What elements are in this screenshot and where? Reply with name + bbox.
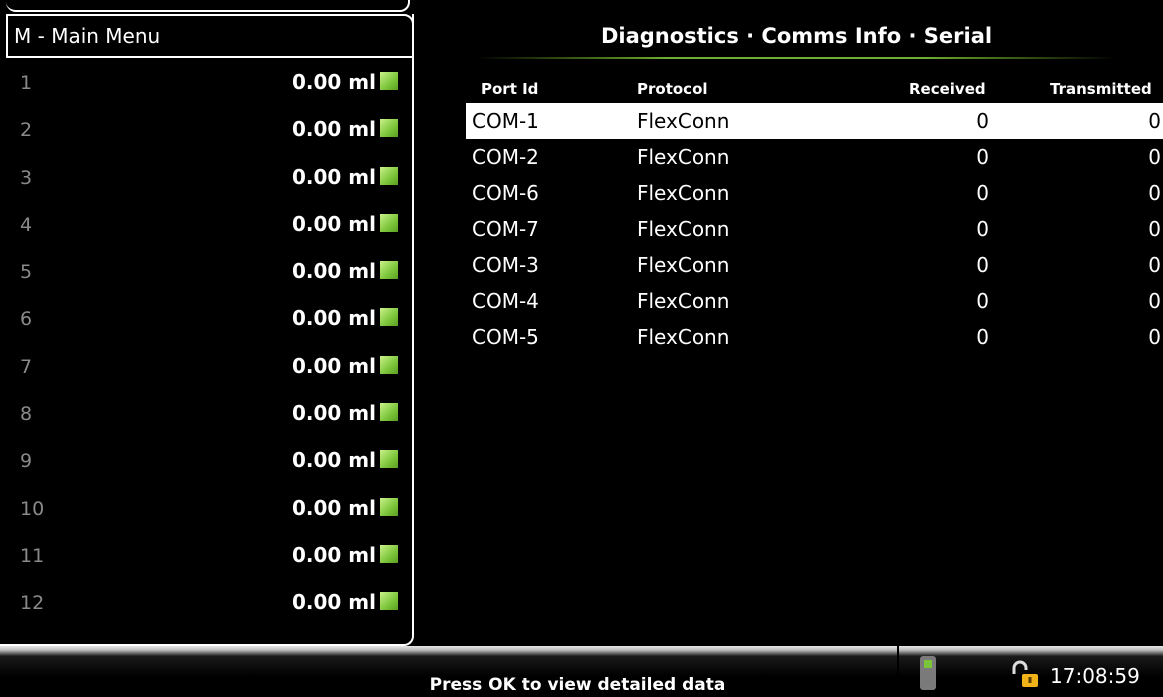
pump-volume: 0.00 ml <box>291 401 376 426</box>
port-id: COM-5 <box>472 325 539 349</box>
table-row[interactable]: COM-3 FlexConn 0 0 <box>466 247 1163 283</box>
pump-number: 7 <box>20 355 33 378</box>
column-header-port: Port Id <box>481 80 539 98</box>
transmitted-count: 0 <box>1148 289 1161 313</box>
status-led-icon <box>380 403 398 422</box>
pump-row[interactable]: 4 0.00 ml <box>0 202 410 249</box>
protocol: FlexConn <box>637 109 730 133</box>
pump-row[interactable]: 7 0.00 ml <box>0 344 410 391</box>
pump-volume: 0.00 ml <box>291 353 376 378</box>
pump-volume: 0.00 ml <box>291 306 376 331</box>
transmitted-count: 0 <box>1148 217 1161 241</box>
pump-number: 12 <box>20 592 45 615</box>
unlocked-padlock-icon[interactable] <box>1010 660 1042 690</box>
port-id: COM-6 <box>472 181 539 205</box>
pump-number: 1 <box>20 72 33 94</box>
status-led-icon <box>380 213 398 232</box>
transmitted-count: 0 <box>1148 145 1161 169</box>
pump-number: 2 <box>20 119 33 142</box>
protocol: FlexConn <box>637 217 730 241</box>
status-led-icon <box>380 261 398 280</box>
port-table: COM-1 FlexConn 0 0 COM-2 FlexConn 0 0 COM-6 Fle… <box>466 103 1163 355</box>
status-led-icon <box>380 166 398 185</box>
pump-volume: 0.00 ml <box>291 259 376 284</box>
received-count: 0 <box>976 181 989 205</box>
table-row[interactable]: COM-4 FlexConn 0 0 <box>466 283 1163 319</box>
pump-number: 10 <box>20 497 45 520</box>
pump-number: 9 <box>20 450 33 473</box>
column-header-received: Received <box>909 80 986 98</box>
pump-row[interactable]: 10 0.00 ml <box>0 486 410 533</box>
pump-row[interactable]: 3 0.00 ml <box>0 155 410 202</box>
protocol: FlexConn <box>637 325 730 349</box>
clock: 17:08:59 <box>1050 664 1140 688</box>
pump-row[interactable]: 5 0.00 ml <box>0 249 410 296</box>
received-count: 0 <box>976 109 989 133</box>
pump-number: 3 <box>20 166 33 189</box>
received-count: 0 <box>976 253 989 277</box>
transmitted-count: 0 <box>1148 109 1161 133</box>
title-underline <box>476 57 1116 59</box>
protocol: FlexConn <box>637 289 730 313</box>
protocol: FlexConn <box>637 181 730 205</box>
status-led-icon <box>380 72 398 90</box>
transmitted-count: 0 <box>1148 253 1161 277</box>
status-led-icon <box>380 450 398 469</box>
pump-row[interactable]: 2 0.00 ml <box>0 107 410 154</box>
pump-volume: 0.00 ml <box>291 542 376 567</box>
column-header-transmitted: Transmitted <box>1050 80 1152 98</box>
received-count: 0 <box>976 289 989 313</box>
received-count: 0 <box>976 217 989 241</box>
pump-row[interactable]: 1 0.00 ml <box>0 60 410 107</box>
pump-row[interactable]: 6 0.00 ml <box>0 296 410 343</box>
pump-number: 8 <box>20 403 33 426</box>
pump-row[interactable]: 9 0.00 ml <box>0 438 410 485</box>
column-header-protocol: Protocol <box>637 80 708 98</box>
pump-volume: 0.00 ml <box>291 448 376 473</box>
port-id: COM-1 <box>472 109 539 133</box>
top-tab-frame <box>6 0 410 12</box>
pump-row[interactable]: 12 0.00 ml <box>0 580 410 627</box>
status-led-icon <box>380 497 398 516</box>
transmitted-count: 0 <box>1148 325 1161 349</box>
port-id: COM-7 <box>472 217 539 241</box>
pump-row[interactable]: 8 0.00 ml <box>0 391 410 438</box>
pump-number: 11 <box>20 544 45 567</box>
pump-volume: 0.00 ml <box>291 117 376 142</box>
status-led-icon <box>380 355 398 374</box>
status-message: Press OK to view detailed data <box>0 675 1163 695</box>
table-row[interactable]: COM-2 FlexConn 0 0 <box>466 139 1163 175</box>
status-led-icon <box>380 119 398 138</box>
pump-volume: 0.00 ml <box>291 70 376 94</box>
main-menu-header[interactable]: M - Main Menu <box>6 14 414 58</box>
pump-volume: 0.00 ml <box>291 211 376 236</box>
protocol: FlexConn <box>637 145 730 169</box>
port-id: COM-3 <box>472 253 539 277</box>
protocol: FlexConn <box>637 253 730 277</box>
pump-volume: 0.00 ml <box>291 164 376 189</box>
pump-row[interactable]: 11 0.00 ml <box>0 533 410 580</box>
pump-volume: 0.00 ml <box>291 590 376 615</box>
table-row[interactable]: COM-6 FlexConn 0 0 <box>466 175 1163 211</box>
pump-number: 5 <box>20 261 33 284</box>
port-id: COM-2 <box>472 145 539 169</box>
port-id: COM-4 <box>472 289 539 313</box>
pump-list: 1 0.00 ml 2 0.00 ml 3 0.00 ml 4 0.00 ml 5 0.0… <box>0 60 410 628</box>
pump-number: 6 <box>20 308 33 331</box>
status-led-icon <box>380 308 398 327</box>
table-row[interactable]: COM-7 FlexConn 0 0 <box>466 211 1163 247</box>
received-count: 0 <box>976 325 989 349</box>
status-message-text: Press OK to view detailed data <box>429 675 726 695</box>
pump-volume: 0.00 ml <box>291 495 376 520</box>
pump-number: 4 <box>20 213 33 236</box>
received-count: 0 <box>976 145 989 169</box>
transmitted-count: 0 <box>1148 181 1161 205</box>
table-row-selected[interactable]: COM-1 FlexConn 0 0 <box>466 103 1163 139</box>
status-led-icon <box>380 592 398 611</box>
page-title: Diagnostics · Comms Info · Serial <box>600 24 993 48</box>
device-icon <box>920 656 936 690</box>
table-row[interactable]: COM-5 FlexConn 0 0 <box>466 319 1163 355</box>
status-led-icon <box>380 544 398 563</box>
